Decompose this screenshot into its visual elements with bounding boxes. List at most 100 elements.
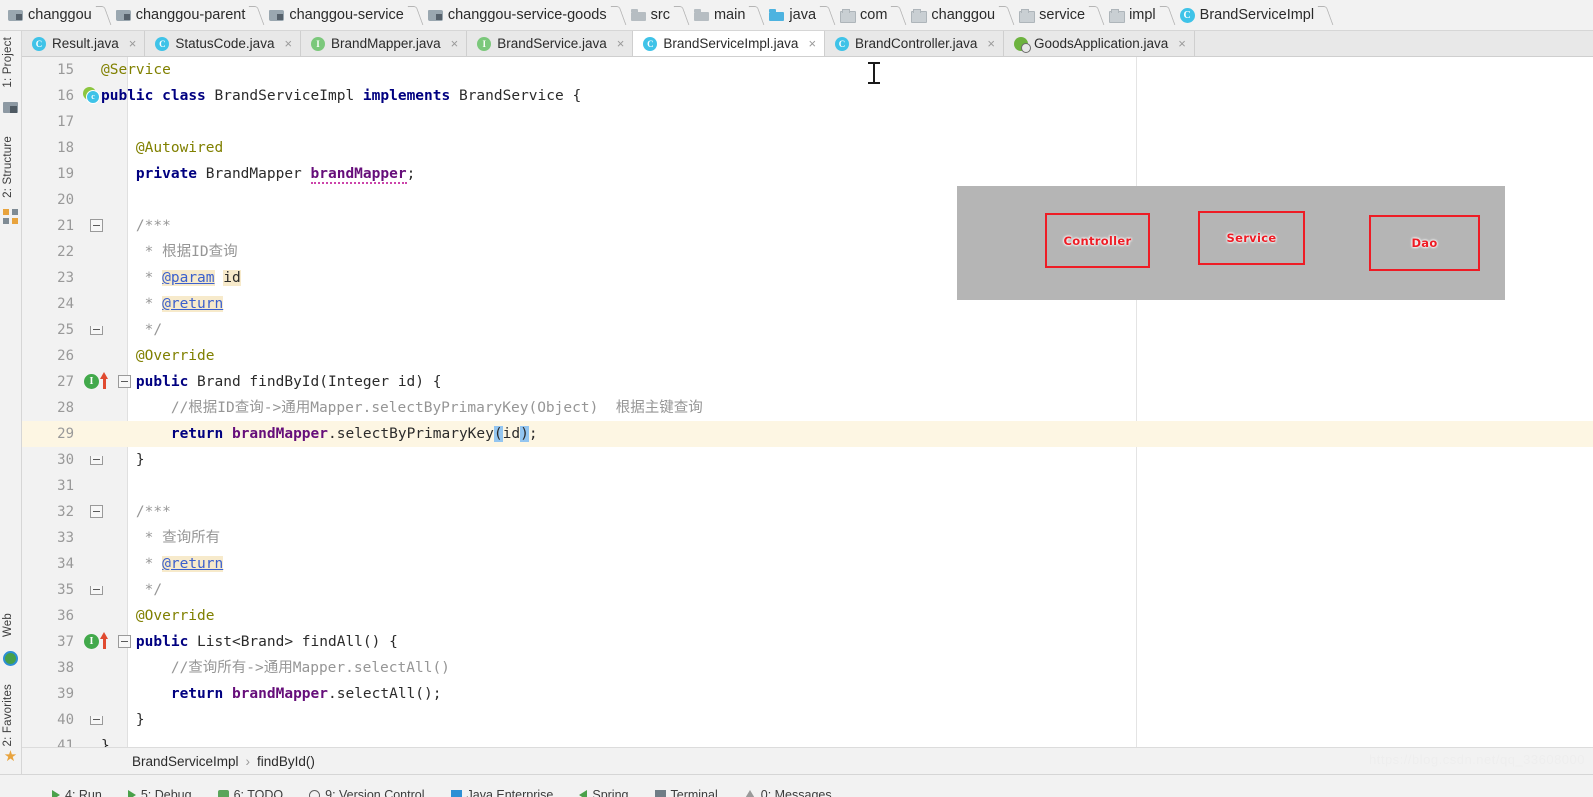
breadcrumb-item-com[interactable]: com — [838, 0, 909, 31]
code-line[interactable]: 28 //根据ID查询->通用Mapper.selectByPrimaryKey… — [22, 395, 1593, 421]
gutter-marker-area[interactable] — [78, 421, 124, 447]
code-line[interactable]: 39 return brandMapper.selectAll(); — [22, 681, 1593, 707]
breadcrumb-item-java[interactable]: java — [767, 0, 838, 31]
fold-end-icon[interactable] — [90, 456, 103, 465]
code-line[interactable]: 19 private BrandMapper brandMapper; — [22, 161, 1593, 187]
gutter-marker-area[interactable] — [78, 447, 124, 473]
gutter-marker-area[interactable] — [78, 161, 124, 187]
code-editor[interactable]: 15@Service 16 public class BrandServiceImp… — [22, 57, 1593, 747]
toolwindow-button-9-version-control[interactable]: 9: Version Control — [309, 788, 425, 797]
editor-tab-goodsapplication[interactable]: GoodsApplication.java × — [1003, 31, 1195, 56]
code-text[interactable]: return brandMapper.selectByPrimaryKey(id… — [101, 421, 538, 447]
code-content[interactable]: 15@Service 16 public class BrandServiceImp… — [22, 57, 1593, 747]
gutter-marker-area[interactable] — [78, 733, 124, 747]
gutter-marker-area[interactable] — [78, 291, 124, 317]
code-line[interactable]: 16 public class BrandServiceImpl implemen… — [22, 83, 1593, 109]
gutter-marker-area[interactable] — [78, 135, 124, 161]
sidebar-item-web[interactable]: Web — [2, 613, 14, 637]
breadcrumb-item-changgou[interactable]: changgou — [6, 0, 114, 31]
project-icon[interactable] — [3, 99, 18, 114]
code-line[interactable]: 40 } — [22, 707, 1593, 733]
gutter-marker-area[interactable] — [78, 707, 124, 733]
fold-collapse-icon[interactable] — [118, 375, 131, 388]
code-line[interactable]: 27 I public Brand findById(Integer id) { — [22, 369, 1593, 395]
gutter-marker-area[interactable]: I — [78, 369, 131, 395]
close-icon[interactable]: × — [617, 37, 625, 50]
fold-collapse-icon[interactable] — [90, 505, 103, 518]
close-icon[interactable]: × — [129, 37, 137, 50]
code-line[interactable]: 31 — [22, 473, 1593, 499]
editor-tab-brandmapper[interactable]: I BrandMapper.java × — [301, 31, 468, 56]
breadcrumb-class[interactable]: BrandServiceImpl — [132, 754, 239, 769]
star-icon[interactable]: ★ — [3, 749, 18, 764]
code-text[interactable]: public List<Brand> findAll() { — [101, 629, 398, 655]
gutter-marker-area[interactable] — [78, 109, 124, 135]
toolwindow-button-java-enterprise[interactable]: Java Enterprise — [450, 788, 553, 797]
code-line[interactable]: 41} — [22, 733, 1593, 747]
gutter-marker-area[interactable]: I — [78, 629, 131, 655]
gutter-marker-area[interactable] — [78, 395, 124, 421]
breadcrumb-method[interactable]: findById() — [257, 754, 315, 769]
breadcrumb-item-changgou-service-goods[interactable]: changgou-service-goods — [426, 0, 629, 31]
code-line[interactable]: 32 /*** — [22, 499, 1593, 525]
breadcrumb-item-impl[interactable]: impl — [1107, 0, 1178, 31]
gutter-marker-area[interactable] — [78, 681, 124, 707]
gutter-marker-area[interactable] — [78, 499, 124, 525]
breadcrumb-item-service[interactable]: service — [1017, 0, 1107, 31]
code-line[interactable]: 38 //查询所有->通用Mapper.selectAll() — [22, 655, 1593, 681]
code-text[interactable]: public class BrandServiceImpl implements… — [101, 83, 581, 109]
gutter-marker-area[interactable] — [78, 187, 124, 213]
web-icon[interactable] — [3, 651, 18, 666]
toolwindow-button-spring[interactable]: Spring — [579, 788, 629, 797]
editor-tab-result[interactable]: C Result.java × — [22, 31, 146, 56]
close-icon[interactable]: × — [451, 37, 459, 50]
code-text[interactable]: return brandMapper.selectAll(); — [101, 681, 442, 707]
code-text[interactable]: //根据ID查询->通用Mapper.selectByPrimaryKey(Ob… — [101, 395, 703, 421]
toolwindow-button-terminal[interactable]: Terminal — [654, 788, 718, 797]
gutter-marker-area[interactable] — [78, 551, 124, 577]
close-icon[interactable]: × — [284, 37, 292, 50]
toolwindow-button-6-todo[interactable]: 6: TODO — [217, 788, 283, 797]
breadcrumb-item-src[interactable]: src — [629, 0, 692, 31]
fold-collapse-icon[interactable] — [118, 635, 131, 648]
code-line[interactable]: 17 — [22, 109, 1593, 135]
close-icon[interactable]: × — [808, 37, 816, 50]
implementing-method-icon[interactable]: I — [84, 374, 99, 389]
toolwindow-button-5-debug[interactable]: 5: Debug — [127, 788, 192, 797]
code-text[interactable]: private BrandMapper brandMapper; — [101, 161, 415, 187]
sidebar-item-structure[interactable]: 2: Structure — [2, 136, 14, 198]
gutter-marker-area[interactable] — [78, 343, 124, 369]
code-line[interactable]: 35 */ — [22, 577, 1593, 603]
close-icon[interactable]: × — [987, 37, 995, 50]
code-line[interactable]: 33 * 查询所有 — [22, 525, 1593, 551]
gutter-marker-area[interactable] — [78, 265, 124, 291]
breadcrumb-item-changgou-parent[interactable]: changgou-parent — [114, 0, 268, 31]
gutter-marker-area[interactable] — [78, 213, 124, 239]
gutter-marker-area[interactable] — [78, 525, 124, 551]
code-line[interactable]: 34 * @return — [22, 551, 1593, 577]
code-line[interactable]: 36 @Override — [22, 603, 1593, 629]
fold-end-icon[interactable] — [90, 586, 103, 595]
implementing-method-icon[interactable]: I — [84, 634, 99, 649]
breadcrumb-item-changgou[interactable]: changgou — [909, 0, 1017, 31]
code-line[interactable]: 30 } — [22, 447, 1593, 473]
code-line[interactable]: 26 @Override — [22, 343, 1593, 369]
sidebar-item-favorites[interactable]: 2: Favorites — [2, 684, 14, 746]
code-line[interactable]: 18 @Autowired — [22, 135, 1593, 161]
code-text[interactable]: //查询所有->通用Mapper.selectAll() — [101, 655, 450, 681]
gutter-marker-area[interactable] — [78, 57, 124, 83]
sidebar-item-project[interactable]: 1: Project — [2, 37, 14, 88]
override-arrow-icon[interactable] — [100, 372, 108, 389]
gutter-marker-area[interactable] — [78, 603, 124, 629]
editor-tab-brandservice[interactable]: I BrandService.java × — [467, 31, 634, 56]
code-line[interactable]: 29 return brandMapper.selectByPrimaryKey… — [22, 421, 1593, 447]
breadcrumb-item-changgou-service[interactable]: changgou-service — [267, 0, 425, 31]
editor-tab-brandserviceimpl[interactable]: C BrandServiceImpl.java × — [633, 31, 826, 56]
override-arrow-icon[interactable] — [100, 632, 108, 649]
structure-icon[interactable] — [3, 209, 18, 224]
gutter-marker-area[interactable] — [78, 473, 124, 499]
code-line[interactable]: 37 I public List<Brand> findAll() { — [22, 629, 1593, 655]
gutter-marker-area[interactable] — [78, 577, 124, 603]
fold-collapse-icon[interactable] — [90, 219, 103, 232]
editor-tab-statuscode[interactable]: C StatusCode.java × — [145, 31, 302, 56]
